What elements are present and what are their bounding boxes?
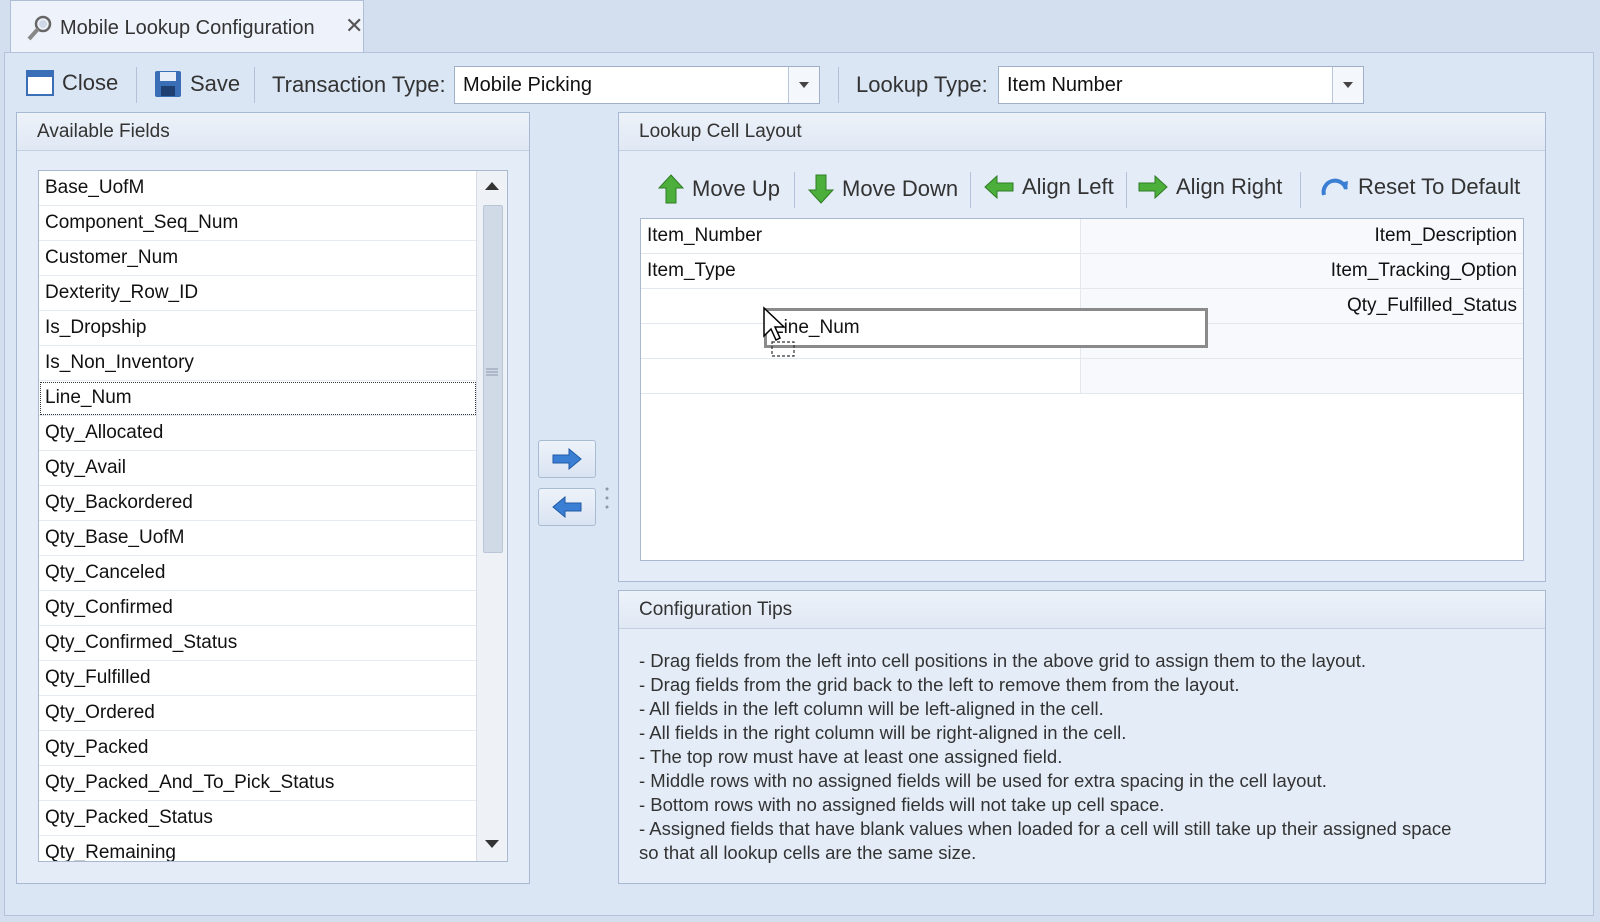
lookup-cell-layout-title: Lookup Cell Layout [619, 113, 1545, 151]
lookup-type-value: Item Number [1007, 74, 1123, 96]
toolbar-separator [970, 172, 971, 208]
grid-cell-left[interactable]: Item_Type [641, 254, 1081, 289]
grid-cell-left[interactable] [641, 359, 1081, 394]
document-tab[interactable]: Mobile Lookup Configuration ✕ [10, 0, 364, 52]
tip-line: - Bottom rows with no assigned fields wi… [639, 794, 1165, 815]
field-list-item[interactable]: Qty_Confirmed_Status [39, 626, 477, 661]
configuration-tips-title: Configuration Tips [619, 591, 1545, 629]
arrow-down-icon [808, 174, 834, 204]
list-scrollbar[interactable] [476, 171, 507, 861]
align-right-button[interactable]: Align Right [1138, 174, 1282, 200]
tip-line: - Drag fields from the grid back to the … [639, 674, 1240, 695]
tip-line: - Middle rows with no assigned fields wi… [639, 770, 1327, 791]
save-label: Save [190, 71, 241, 96]
field-list-item[interactable]: Is_Non_Inventory [39, 346, 477, 381]
reset-icon [1321, 178, 1348, 196]
arrow-up-icon [658, 174, 684, 204]
move-down-label: Move Down [842, 176, 959, 201]
tip-line: - All fields in the left column will be … [639, 698, 1104, 719]
move-down-button[interactable]: Move Down [808, 174, 958, 204]
scroll-thumb[interactable] [483, 205, 503, 553]
field-list-item[interactable]: Qty_Fulfilled [39, 661, 477, 696]
configuration-tips-panel: Configuration Tips - Drag fields from th… [618, 590, 1546, 884]
field-list-item[interactable]: Line_Num [39, 381, 477, 416]
reset-label: Reset To Default [1358, 174, 1521, 199]
close-button[interactable]: Close [26, 70, 118, 96]
transaction-type-dropdown[interactable]: Mobile Picking [454, 66, 820, 104]
tip-line: - The top row must have at least one ass… [639, 746, 1063, 767]
toolbar-separator [254, 67, 255, 103]
toolbar-separator [838, 67, 839, 103]
close-label: Close [62, 70, 119, 95]
lookup-type-dropdown[interactable]: Item Number [998, 66, 1364, 104]
field-list-item[interactable]: Dexterity_Row_ID [39, 276, 477, 311]
field-list-item[interactable]: Qty_Avail [39, 451, 477, 486]
drag-preview: Line_Num [764, 308, 1208, 348]
lookup-cell-grid[interactable]: Item_Number Item_Description Item_Type Item… [640, 218, 1524, 561]
reset-to-default-button[interactable]: Reset To Default [1320, 174, 1520, 200]
chevron-down-icon[interactable] [1332, 67, 1363, 103]
field-list-item[interactable]: Qty_Canceled [39, 556, 477, 591]
field-list-item[interactable]: Customer_Num [39, 241, 477, 276]
grid-cell-right[interactable]: Item_Description [1081, 219, 1523, 254]
save-disk-icon [155, 71, 181, 97]
field-list-item[interactable]: Qty_Packed_Status [39, 801, 477, 836]
remove-field-button[interactable] [538, 488, 596, 526]
transaction-type-value: Mobile Picking [463, 74, 592, 96]
align-right-label: Align Right [1176, 174, 1283, 199]
splitter-grip-icon[interactable] [604, 486, 610, 510]
toolbar-separator [794, 172, 795, 208]
tab-title: Mobile Lookup Configuration [60, 17, 315, 39]
scroll-down-icon[interactable] [484, 839, 500, 849]
grid-cell-right[interactable] [1081, 359, 1523, 394]
field-list-item[interactable]: Qty_Allocated [39, 416, 477, 451]
field-list-item[interactable]: Qty_Packed [39, 731, 477, 766]
align-left-button[interactable]: Align Left [984, 174, 1114, 200]
add-field-button[interactable] [538, 440, 596, 478]
lookup-type-label: Lookup Type: [856, 72, 988, 97]
arrow-left-icon [552, 496, 582, 518]
field-list-item[interactable]: Qty_Backordered [39, 486, 477, 521]
lookup-config-icon [27, 15, 52, 41]
tip-line: - All fields in the right column will be… [639, 722, 1127, 743]
arrow-right-icon [552, 448, 582, 470]
tip-line: - Assigned fields that have blank values… [639, 818, 1452, 839]
scroll-up-icon[interactable] [484, 181, 500, 191]
tip-line: - Drag fields from the left into cell po… [639, 650, 1367, 671]
field-list-item[interactable]: Qty_Base_UofM [39, 521, 477, 556]
grid-cell-right[interactable]: Item_Tracking_Option [1081, 254, 1523, 289]
field-list-item[interactable]: Qty_Remaining [39, 836, 477, 861]
save-button[interactable]: Save [154, 70, 240, 98]
toolbar-separator [136, 67, 137, 103]
tab-close-icon[interactable]: ✕ [345, 13, 363, 39]
drag-cursor-icon [763, 306, 795, 357]
transaction-type-label: Transaction Type: [272, 72, 446, 97]
field-list-item[interactable]: Component_Seq_Num [39, 206, 477, 241]
move-up-button[interactable]: Move Up [658, 174, 780, 204]
field-list-item[interactable]: Qty_Ordered [39, 696, 477, 731]
grid-cell-left[interactable]: Item_Number [641, 219, 1081, 254]
arrow-left-icon [984, 175, 1014, 199]
tips-text: - Drag fields from the left into cell po… [639, 649, 1525, 865]
align-left-label: Align Left [1022, 174, 1114, 199]
toolbar-separator [1126, 172, 1127, 208]
chevron-down-icon[interactable] [788, 67, 819, 103]
field-list-item[interactable]: Is_Dropship [39, 311, 477, 346]
arrow-right-icon [1138, 175, 1168, 199]
field-list-item[interactable]: Qty_Packed_And_To_Pick_Status [39, 766, 477, 801]
toolbar-separator [1300, 172, 1301, 208]
field-list-item[interactable]: Base_UofM [39, 171, 477, 206]
field-list-item[interactable]: Qty_Confirmed [39, 591, 477, 626]
tip-line: so that all lookup cells are the same si… [639, 842, 977, 863]
available-fields-list[interactable]: Base_UofM Component_Seq_Num Customer_Num De… [38, 170, 508, 862]
close-window-icon [26, 70, 54, 96]
move-up-label: Move Up [692, 176, 781, 201]
scroll-grip-icon [486, 368, 498, 376]
available-fields-title: Available Fields [17, 113, 529, 151]
